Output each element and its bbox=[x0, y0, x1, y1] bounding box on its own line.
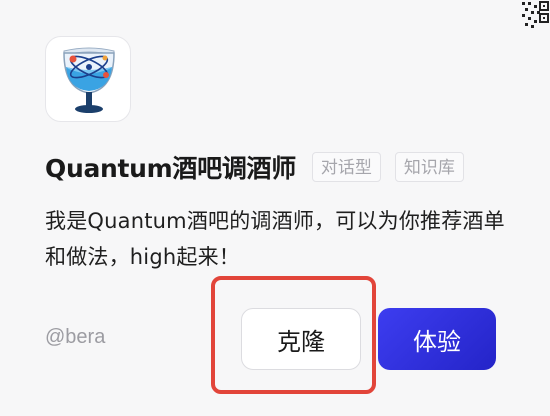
tag-chat-type: 对话型 bbox=[311, 152, 381, 182]
bot-description: 我是Quantum酒吧的调酒师，可以为你推荐酒单和做法，high起来！ bbox=[45, 209, 505, 269]
try-button[interactable]: 体验 bbox=[378, 308, 496, 370]
bot-card[interactable]: Quantum酒吧调酒师 对话型 知识库 我是Quantum酒吧的调酒师，可以为… bbox=[0, 0, 550, 416]
bot-avatar bbox=[45, 36, 131, 122]
tag-knowledge-base: 知识库 bbox=[394, 152, 464, 182]
cocktail-glass-atom-icon bbox=[63, 47, 115, 113]
title-row: Quantum酒吧调酒师 对话型 知识库 bbox=[45, 150, 478, 184]
author-handle[interactable]: @bera bbox=[45, 326, 105, 349]
qr-code-icon[interactable] bbox=[520, 0, 550, 30]
clone-button[interactable]: 克隆 bbox=[241, 308, 361, 370]
bot-name: Quantum酒吧调酒师 bbox=[45, 154, 296, 183]
